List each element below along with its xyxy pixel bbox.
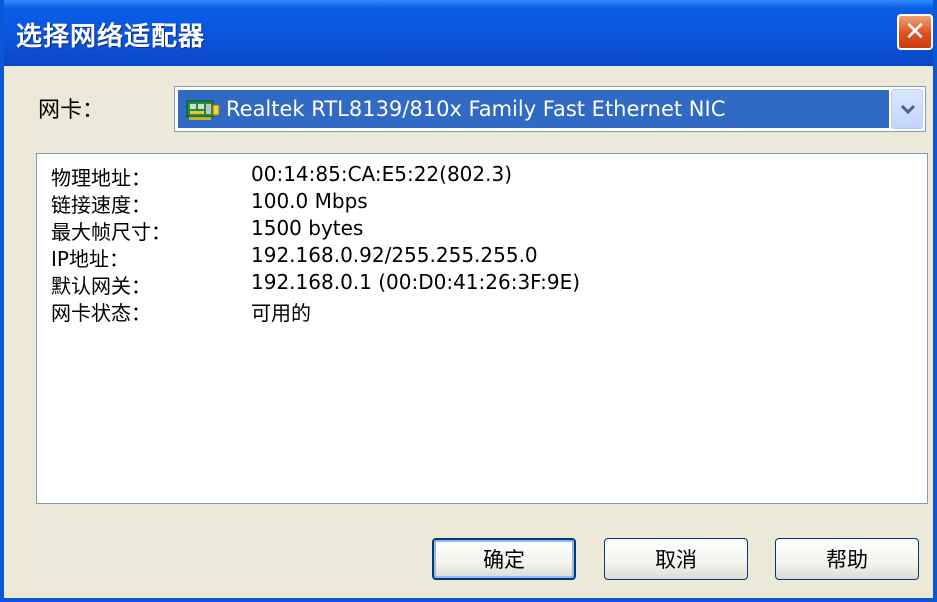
info-key: 物理地址： bbox=[51, 166, 151, 190]
info-value: 100.0 Mbps bbox=[251, 189, 368, 213]
close-button[interactable]: ✕ bbox=[897, 14, 933, 50]
info-key: 最大帧尺寸： bbox=[51, 220, 171, 244]
info-key: 网卡状态： bbox=[51, 301, 151, 325]
info-value: 00:14:85:CA:E5:22(802.3) bbox=[251, 162, 513, 186]
help-button[interactable]: 帮助 bbox=[775, 538, 919, 580]
adapter-info-panel: 物理地址： 00:14:85:CA:E5:22(802.3) 链接速度： 100… bbox=[36, 153, 928, 504]
info-key: 默认网关： bbox=[51, 274, 151, 298]
network-card-icon bbox=[186, 100, 220, 120]
info-value: 192.168.0.1 (00:D0:41:26:3F:9E) bbox=[251, 270, 581, 294]
adapter-select[interactable]: Realtek RTL8139/810x Family Fast Etherne… bbox=[174, 86, 926, 132]
cancel-button[interactable]: 取消 bbox=[604, 538, 748, 580]
adapter-select-highlight: Realtek RTL8139/810x Family Fast Etherne… bbox=[178, 90, 889, 128]
info-key: IP地址： bbox=[51, 247, 129, 271]
info-value: 可用的 bbox=[251, 301, 311, 325]
dialog-window: 选择网络适配器 ✕ 网卡： Realtek RTL8139/810x Famil… bbox=[0, 0, 937, 602]
close-icon: ✕ bbox=[904, 17, 926, 47]
info-value: 1500 bytes bbox=[251, 216, 364, 240]
info-key: 链接速度： bbox=[51, 193, 151, 217]
adapter-label: 网卡： bbox=[38, 98, 105, 123]
adapter-select-value: Realtek RTL8139/810x Family Fast Etherne… bbox=[226, 97, 726, 121]
title-bar[interactable]: 选择网络适配器 ✕ bbox=[4, 0, 933, 66]
info-value: 192.168.0.92/255.255.255.0 bbox=[251, 243, 538, 267]
chevron-down-icon bbox=[900, 104, 916, 115]
window-title: 选择网络适配器 bbox=[16, 22, 206, 52]
ok-button[interactable]: 确定 bbox=[432, 538, 576, 580]
dropdown-button[interactable] bbox=[891, 89, 923, 129]
